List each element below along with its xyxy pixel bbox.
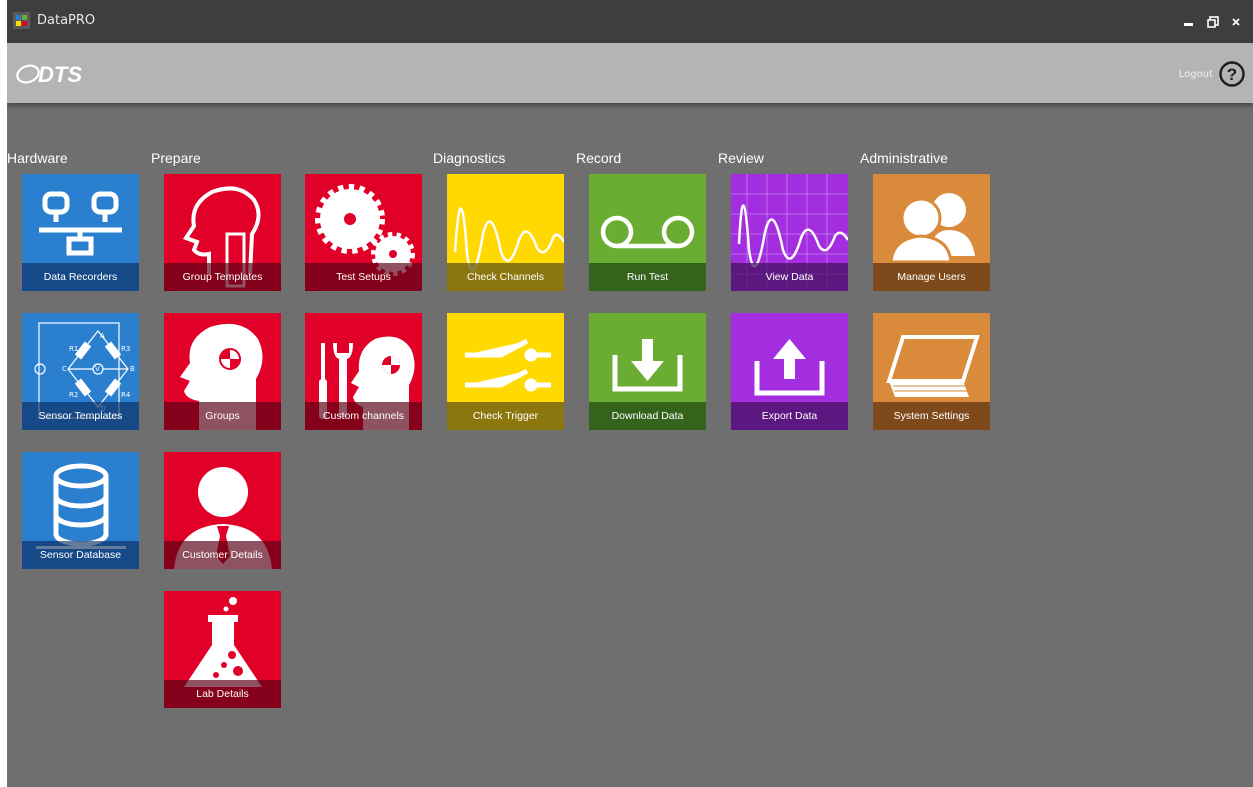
help-icon[interactable]: ?: [1218, 60, 1246, 88]
tile-label-bar: Export Data: [731, 402, 848, 430]
tile-label: Export Data: [761, 410, 818, 422]
tile-data-recorders[interactable]: Data Recorders: [22, 174, 139, 291]
tile-label: System Settings: [893, 410, 970, 422]
tile-view-data[interactable]: View Data: [731, 174, 848, 291]
svg-text:V: V: [95, 365, 100, 373]
svg-text:R3: R3: [121, 345, 130, 353]
svg-text:?: ?: [1227, 65, 1237, 84]
title-bar: DataPRO: [7, 0, 1253, 43]
tile-label-bar: Manage Users: [873, 263, 990, 291]
tile-label-bar: Custom channels: [305, 402, 422, 430]
svg-text:C: C: [62, 365, 67, 373]
tile-label-bar: Group Templates: [164, 263, 281, 291]
tile-groups[interactable]: Groups: [164, 313, 281, 430]
tile-lab-details[interactable]: Lab Details: [164, 591, 281, 708]
tile-label-bar: System Settings: [873, 402, 990, 430]
section-prepare: Prepare: [151, 150, 201, 166]
tile-label: Groups: [205, 410, 240, 422]
tile-label: Sensor Templates: [38, 410, 123, 422]
tile-label: Customer Details: [182, 549, 263, 561]
tile-label-bar: View Data: [731, 263, 848, 291]
tile-label: Data Recorders: [43, 271, 118, 283]
tile-label-bar: Sensor Database: [22, 541, 139, 569]
section-review: Review: [718, 150, 764, 166]
tile-label: Run Test: [626, 271, 669, 283]
section-hardware: Hardware: [7, 150, 68, 166]
section-administrative: Administrative: [860, 150, 948, 166]
svg-text:DTS: DTS: [38, 62, 82, 87]
tile-label-bar: Data Recorders: [22, 263, 139, 291]
tile-label: Custom channels: [322, 410, 405, 422]
section-diagnostics: Diagnostics: [433, 150, 506, 166]
svg-text:R1: R1: [69, 345, 78, 353]
tile-label-bar: Customer Details: [164, 541, 281, 569]
logout-link[interactable]: Logout: [1179, 68, 1213, 82]
tile-label-bar: Sensor Templates: [22, 402, 139, 430]
tile-label: Download Data: [611, 410, 684, 422]
tile-label: Check Trigger: [472, 410, 539, 422]
section-record: Record: [576, 150, 622, 166]
tile-label: Test Setups: [336, 271, 391, 283]
tile-label-bar: Check Trigger: [447, 402, 564, 430]
svg-text:B: B: [130, 365, 135, 373]
svg-text:A: A: [100, 332, 105, 340]
tile-manage-users[interactable]: Manage Users: [873, 174, 990, 291]
dts-logo: DTS: [16, 62, 82, 87]
tile-label: Lab Details: [196, 688, 249, 700]
tile-download-data[interactable]: Download Data: [589, 313, 706, 430]
window-title: DataPRO: [37, 13, 96, 28]
app-icon: [13, 12, 30, 29]
tile-test-setups[interactable]: Test Setups: [305, 174, 422, 291]
tile-label-bar: Lab Details: [164, 680, 281, 708]
tile-sensor-templates[interactable]: A B C D V R1 R2 R3 R4 Sensor Templates: [22, 313, 139, 430]
tile-label-bar: Download Data: [589, 402, 706, 430]
tile-label: Check Channels: [466, 271, 545, 283]
restore-icon[interactable]: [1205, 14, 1221, 30]
header-bar: DTS Logout ?: [7, 43, 1253, 103]
tile-label-bar: Check Channels: [447, 263, 564, 291]
tile-check-trigger[interactable]: Check Trigger: [447, 313, 564, 430]
tile-label: View Data: [765, 271, 814, 283]
tile-label: Group Templates: [182, 271, 263, 283]
tile-export-data[interactable]: Export Data: [731, 313, 848, 430]
tile-run-test[interactable]: Run Test: [589, 174, 706, 291]
tile-custom-channels[interactable]: Custom channels: [305, 313, 422, 430]
tile-label: Sensor Database: [39, 549, 122, 561]
minimize-icon[interactable]: [1181, 14, 1197, 30]
svg-text:R2: R2: [69, 391, 78, 399]
tile-sensor-database[interactable]: Sensor Database: [22, 452, 139, 569]
tile-label: Manage Users: [897, 271, 966, 283]
tile-group-templates[interactable]: Group Templates: [164, 174, 281, 291]
svg-text:R4: R4: [121, 391, 131, 399]
close-icon[interactable]: [1228, 14, 1244, 30]
tile-label-bar: Test Setups: [305, 263, 422, 291]
tile-system-settings[interactable]: System Settings: [873, 313, 990, 430]
tile-customer-details[interactable]: Customer Details: [164, 452, 281, 569]
tile-check-channels[interactable]: Check Channels: [447, 174, 564, 291]
tile-label-bar: Run Test: [589, 263, 706, 291]
app-window: DataPRO DTS Logout ? Hardware Prepare Di…: [7, 0, 1253, 787]
tile-label-bar: Groups: [164, 402, 281, 430]
